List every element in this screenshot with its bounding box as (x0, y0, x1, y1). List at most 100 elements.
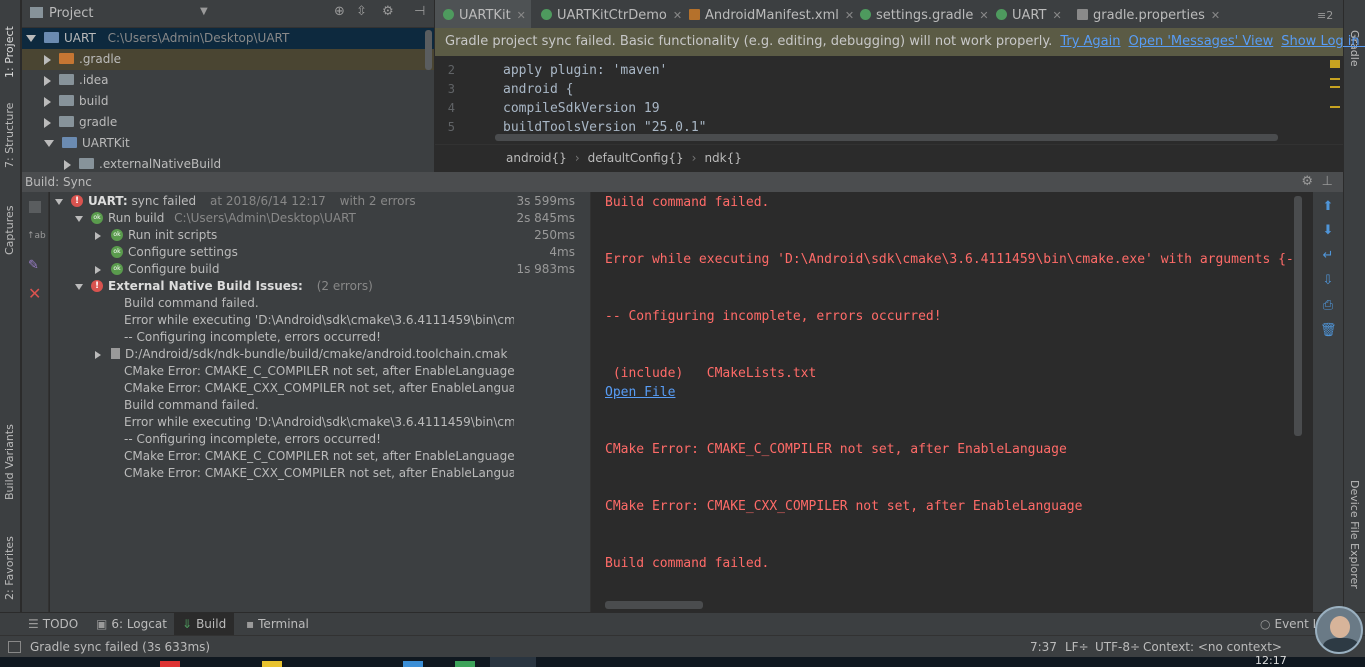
tree-item-idea[interactable]: .idea (22, 70, 434, 91)
chevron-right-icon[interactable] (64, 159, 71, 170)
build-console-output[interactable]: Build command failed. Error while execut… (590, 192, 1305, 612)
gear-icon[interactable]: ⚙ (1301, 172, 1313, 192)
tab-gradle-properties[interactable]: gradle.properties ✕ (1073, 0, 1220, 31)
tree-row-message[interactable]: -- Configuring incomplete, errors occurr… (124, 431, 381, 448)
tab-uart[interactable]: UART ✕ (992, 0, 1062, 31)
show-log-link[interactable]: Show Log in Explorer (1281, 34, 1365, 49)
tree-row-configure-settings[interactable]: ok Configure settings 4ms (111, 244, 585, 261)
console-horizontal-scrollbar[interactable] (605, 601, 703, 609)
avatar[interactable] (1315, 606, 1363, 654)
tool-window-toggle-icon[interactable] (8, 641, 21, 653)
tree-row-init-scripts[interactable]: ok Run init scripts 250ms (95, 227, 585, 244)
editor-horizontal-scrollbar[interactable] (495, 134, 1278, 141)
tree-item-build[interactable]: build (22, 91, 434, 112)
taskbar-app-icon[interactable] (455, 661, 475, 667)
target-icon[interactable]: ⊕ (334, 4, 345, 19)
tree-row-message[interactable]: CMake Error: CMAKE_C_COMPILER not set, a… (124, 448, 514, 465)
tab-androidmanifest[interactable]: AndroidManifest.xml ✕ (685, 0, 854, 31)
tree-item-gradle-dir[interactable]: .gradle (22, 49, 434, 70)
tab-uartkit[interactable]: UARTKit ✕ (435, 0, 531, 31)
chevron-right-icon[interactable] (95, 350, 101, 359)
tree-row-message[interactable]: Error while executing 'D:\Android\sdk\cm… (124, 312, 514, 329)
chevron-right-icon[interactable] (95, 265, 101, 274)
error-stripe-mark[interactable] (1330, 86, 1340, 88)
chevron-down-icon[interactable] (26, 35, 36, 42)
chevron-right-icon[interactable] (44, 96, 51, 107)
code-line[interactable]: apply plugin: 'maven' (503, 63, 667, 78)
project-view-selector[interactable]: Project (49, 6, 93, 21)
tree-row-message[interactable]: Error while executing 'D:\Android\sdk\cm… (124, 414, 514, 431)
arrow-down-icon[interactable]: ⬇ (1320, 224, 1336, 238)
project-scrollbar[interactable] (425, 30, 432, 70)
scroll-to-end-icon[interactable]: ⇩ (1320, 274, 1336, 288)
breadcrumb-item[interactable]: ndk{} (704, 151, 741, 165)
error-stripe-mark[interactable] (1330, 106, 1340, 108)
code-line[interactable]: android { (503, 82, 573, 97)
taskbar-app-icon[interactable] (403, 661, 423, 667)
sort-icon[interactable]: ↑ab (27, 231, 46, 241)
soft-wrap-icon[interactable]: ↵ (1320, 249, 1336, 263)
project-tool-tab[interactable]: 1: Project (3, 6, 16, 78)
tree-row-toolchain-file[interactable]: D:/Android/sdk/ndk-bundle/build/cmake/an… (95, 346, 513, 363)
code-line[interactable]: compileSdkVersion 19 (503, 101, 660, 116)
tree-row-message[interactable]: CMake Error: CMAKE_C_COMPILER not set, a… (124, 363, 514, 380)
gear-icon[interactable]: ⚙ (382, 4, 394, 19)
stop-icon[interactable] (29, 201, 41, 213)
tab-build[interactable]: ⇓ Build (174, 613, 235, 636)
taskbar-app-icon[interactable] (160, 661, 180, 667)
try-again-link[interactable]: Try Again (1060, 34, 1120, 49)
tree-row-message[interactable]: -- Configuring incomplete, errors occurr… (124, 329, 381, 346)
file-encoding[interactable]: UTF-8÷ (1095, 636, 1140, 658)
tree-row-uart-sync[interactable]: ! UART: sync failed at 2018/6/14 12:17 wi… (55, 193, 585, 210)
tree-row-run-build[interactable]: ok Run build C:\Users\Admin\Desktop\UART … (75, 210, 585, 227)
chevron-right-icon[interactable] (44, 117, 51, 128)
code-line[interactable]: buildToolsVersion "25.0.1" (503, 120, 707, 135)
tree-item-external-native-build[interactable]: .externalNativeBuild (22, 154, 434, 172)
chevron-right-icon[interactable] (95, 231, 101, 240)
build-variants-tool-tab[interactable]: Build Variants (3, 410, 16, 500)
error-stripe-mark[interactable] (1330, 78, 1340, 80)
tab-terminal[interactable]: ▪ Terminal (246, 613, 309, 636)
pin-icon[interactable]: ✎ (28, 258, 39, 273)
chevron-down-icon[interactable] (55, 198, 63, 205)
warning-marker[interactable] (1330, 60, 1340, 68)
caret-position[interactable]: 7:37 (1030, 636, 1057, 658)
console-vertical-scrollbar[interactable] (1294, 196, 1302, 436)
chevron-down-icon[interactable] (44, 140, 54, 147)
structure-tool-tab[interactable]: 7: Structure (3, 98, 16, 168)
breadcrumb-item[interactable]: defaultConfig{} (588, 151, 684, 165)
tab-uartkitctrdemo[interactable]: UARTKitCtrDemo ✕ (537, 0, 682, 31)
close-icon[interactable]: ✕ (1052, 9, 1061, 22)
tab-logcat[interactable]: ▣ 6: Logcat (96, 613, 167, 636)
chevron-down-icon[interactable] (75, 215, 83, 222)
close-icon[interactable]: ✕ (517, 9, 526, 22)
tree-row-message[interactable]: CMake Error: CMAKE_CXX_COMPILER not set,… (124, 380, 514, 397)
open-file-link[interactable]: Open File (605, 385, 675, 400)
hide-icon[interactable]: ⊣ (414, 4, 425, 19)
tree-row-message[interactable]: Build command failed. (124, 397, 259, 414)
tree-row-configure-build[interactable]: ok Configure build 1s 983ms (95, 261, 585, 278)
chevron-right-icon[interactable] (44, 75, 51, 86)
arrow-up-icon[interactable]: ⬆ (1320, 200, 1336, 214)
breadcrumb-item[interactable]: android{} (506, 151, 567, 165)
tree-root-uart[interactable]: UART C:\Users\Admin\Desktop\UART (22, 28, 434, 49)
print-icon[interactable]: ⎙ (1320, 299, 1336, 313)
collapse-icon[interactable]: ⇳ (356, 4, 367, 19)
close-icon[interactable]: ✕ (845, 9, 854, 22)
device-explorer-tool-tab[interactable]: Device File Explorer (1348, 480, 1361, 589)
chevron-down-icon[interactable]: ▼ (200, 6, 208, 17)
status-message[interactable]: Gradle sync failed (3s 633ms) (30, 636, 210, 658)
trash-icon[interactable]: 🗑 (1320, 324, 1337, 338)
chevron-right-icon[interactable] (44, 54, 51, 65)
favorites-tool-tab[interactable]: 2: Favorites (3, 522, 16, 600)
captures-tool-tab[interactable]: Captures (3, 195, 16, 255)
close-icon[interactable]: ✕ (979, 9, 988, 22)
tree-item-gradle[interactable]: gradle (22, 112, 434, 133)
open-messages-link[interactable]: Open 'Messages' View (1129, 34, 1274, 49)
chevron-down-icon[interactable] (75, 283, 83, 290)
close-icon[interactable]: ✕ (673, 9, 682, 22)
tree-item-uartkit[interactable]: UARTKit (22, 133, 434, 154)
tree-row-native-issues[interactable]: ! External Native Build Issues: (2 errors… (75, 278, 585, 295)
taskbar-active-app[interactable] (490, 657, 536, 667)
close-icon[interactable]: ✕ (1211, 9, 1220, 22)
